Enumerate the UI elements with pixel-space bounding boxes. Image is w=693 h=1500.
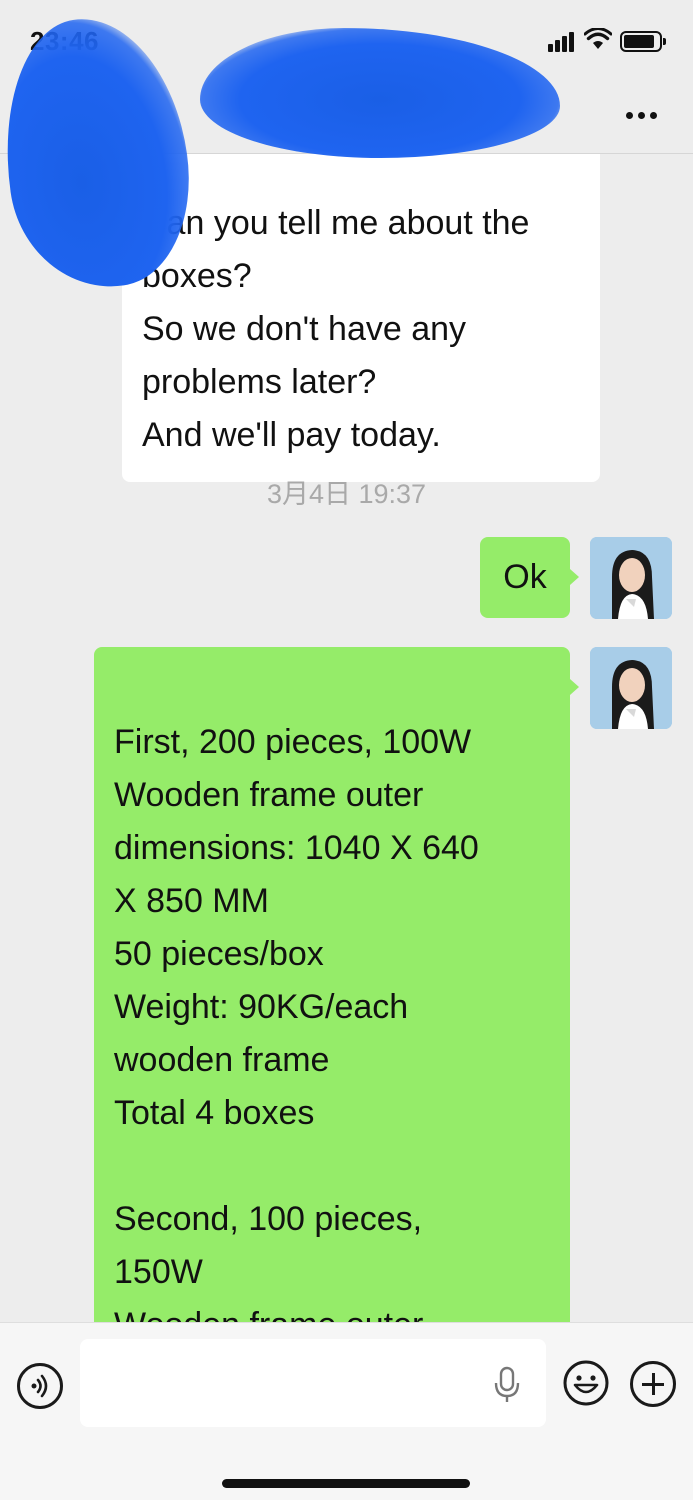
outgoing-message-bubble[interactable]: First, 200 pieces, 100W Wooden frame out… <box>94 647 570 1322</box>
message-text: First, 200 pieces, 100W Wooden frame out… <box>114 723 479 1322</box>
outgoing-message-bubble[interactable]: Ok <box>480 537 570 618</box>
battery-icon <box>620 31 666 52</box>
more-dots-icon[interactable] <box>622 110 662 122</box>
avatar[interactable] <box>590 647 672 729</box>
bubble-tail <box>570 569 579 585</box>
signal-icon <box>548 32 574 52</box>
voice-icon[interactable] <box>17 1363 63 1409</box>
wifi-icon <box>584 28 612 49</box>
emoji-icon[interactable] <box>562 1359 610 1407</box>
plus-icon[interactable] <box>630 1361 676 1407</box>
input-bar <box>0 1322 693 1500</box>
avatar-photo <box>590 537 672 619</box>
chat-screen: Can you tell me about the boxes? So we d… <box>0 0 693 1500</box>
message-list[interactable]: Can you tell me about the boxes? So we d… <box>0 154 693 1322</box>
incoming-message-bubble[interactable]: Can you tell me about the boxes? So we d… <box>122 154 600 482</box>
bubble-tail <box>570 679 579 695</box>
home-indicator[interactable] <box>222 1479 470 1488</box>
message-text: Can you tell me about the boxes? So we d… <box>142 204 530 454</box>
avatar[interactable] <box>590 537 672 619</box>
message-input[interactable] <box>80 1339 546 1427</box>
avatar-photo <box>590 647 672 729</box>
mic-icon[interactable] <box>492 1365 522 1405</box>
message-text: Ok <box>503 558 547 596</box>
message-timestamp: 3月4日 19:37 <box>266 479 427 509</box>
